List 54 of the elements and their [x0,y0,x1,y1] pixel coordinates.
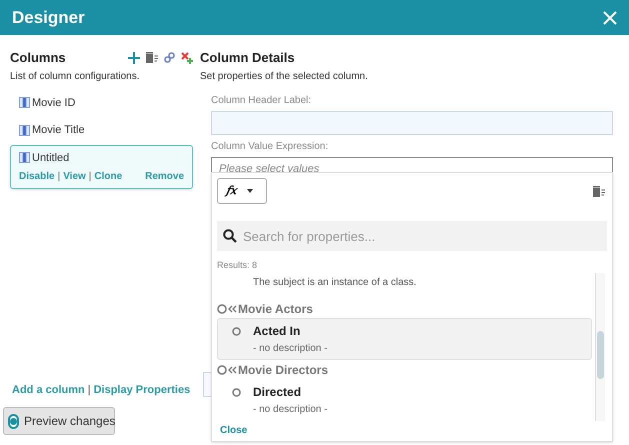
field-label: Column Value Expression: [211,140,330,154]
separator: | [88,382,91,398]
separator: | [58,170,60,184]
close-link[interactable]: Close [220,423,612,438]
circle-icon [217,364,227,374]
column-item[interactable]: Movie ID [10,90,193,116]
caret-icon [247,189,254,193]
column-item[interactable]: Untitled Disable | View | Clone Remove [10,144,193,189]
search-icon [223,229,237,243]
table-column-icon [19,152,30,164]
column-label: Movie ID [32,96,76,110]
double-chevron-icon [228,304,237,312]
panel-subtitle: List of column configurations. [10,70,141,84]
window-title: Designer [12,6,85,29]
action-link[interactable]: Clone [94,169,122,184]
group-header[interactable]: Movie Actors [217,300,592,318]
radio-icon [232,388,241,396]
plus-icon[interactable] [128,52,140,64]
property-item[interactable]: Acted In - no description - [217,318,592,360]
footer-link[interactable]: Display Properties [94,382,190,398]
panel-title: Column Details [200,49,296,67]
column-label: Untitled [32,150,70,166]
link-icon[interactable] [164,52,175,64]
trash-icon[interactable] [593,186,605,196]
column-label: Movie Title [32,123,85,138]
action-link[interactable]: View [63,169,86,184]
property-description: The subject is an instance of a class. [253,276,416,290]
close-icon[interactable] [603,10,617,24]
footer-link[interactable]: Add a column [12,382,85,398]
table-column-icon [19,124,30,136]
circle-icon [217,304,227,314]
property-description: - no description - [253,342,328,356]
delete-icon[interactable] [181,52,193,64]
separator: | [88,170,92,184]
panel-title: Columns [10,49,66,67]
trash-icon[interactable] [146,52,158,64]
panel-subtitle: Set properties of the selected column. [200,70,369,84]
header-label-field[interactable] [211,110,613,134]
search-field[interactable]: Search for properties... [217,221,607,251]
property-name: Acted In [253,322,302,340]
property-description: - no description - [253,402,328,416]
column-item[interactable]: Movie Title [10,117,193,144]
remove-link[interactable]: Remove [145,169,184,184]
action-link[interactable]: Disable [19,169,55,184]
property-item[interactable]: Directed - no description - [217,378,592,420]
preview-button[interactable]: Preview changes [3,407,115,435]
table-column-icon [19,97,30,108]
property-name: Directed [253,384,302,400]
field-label: Column Header Label: [211,94,312,108]
function-dropdown[interactable]: 𝑓𝑥 [217,178,267,204]
radio-icon [232,326,241,336]
results-count: Results: 8 [217,259,258,272]
group-header[interactable]: Movie Directors [217,360,592,378]
double-chevron-icon [228,366,237,374]
